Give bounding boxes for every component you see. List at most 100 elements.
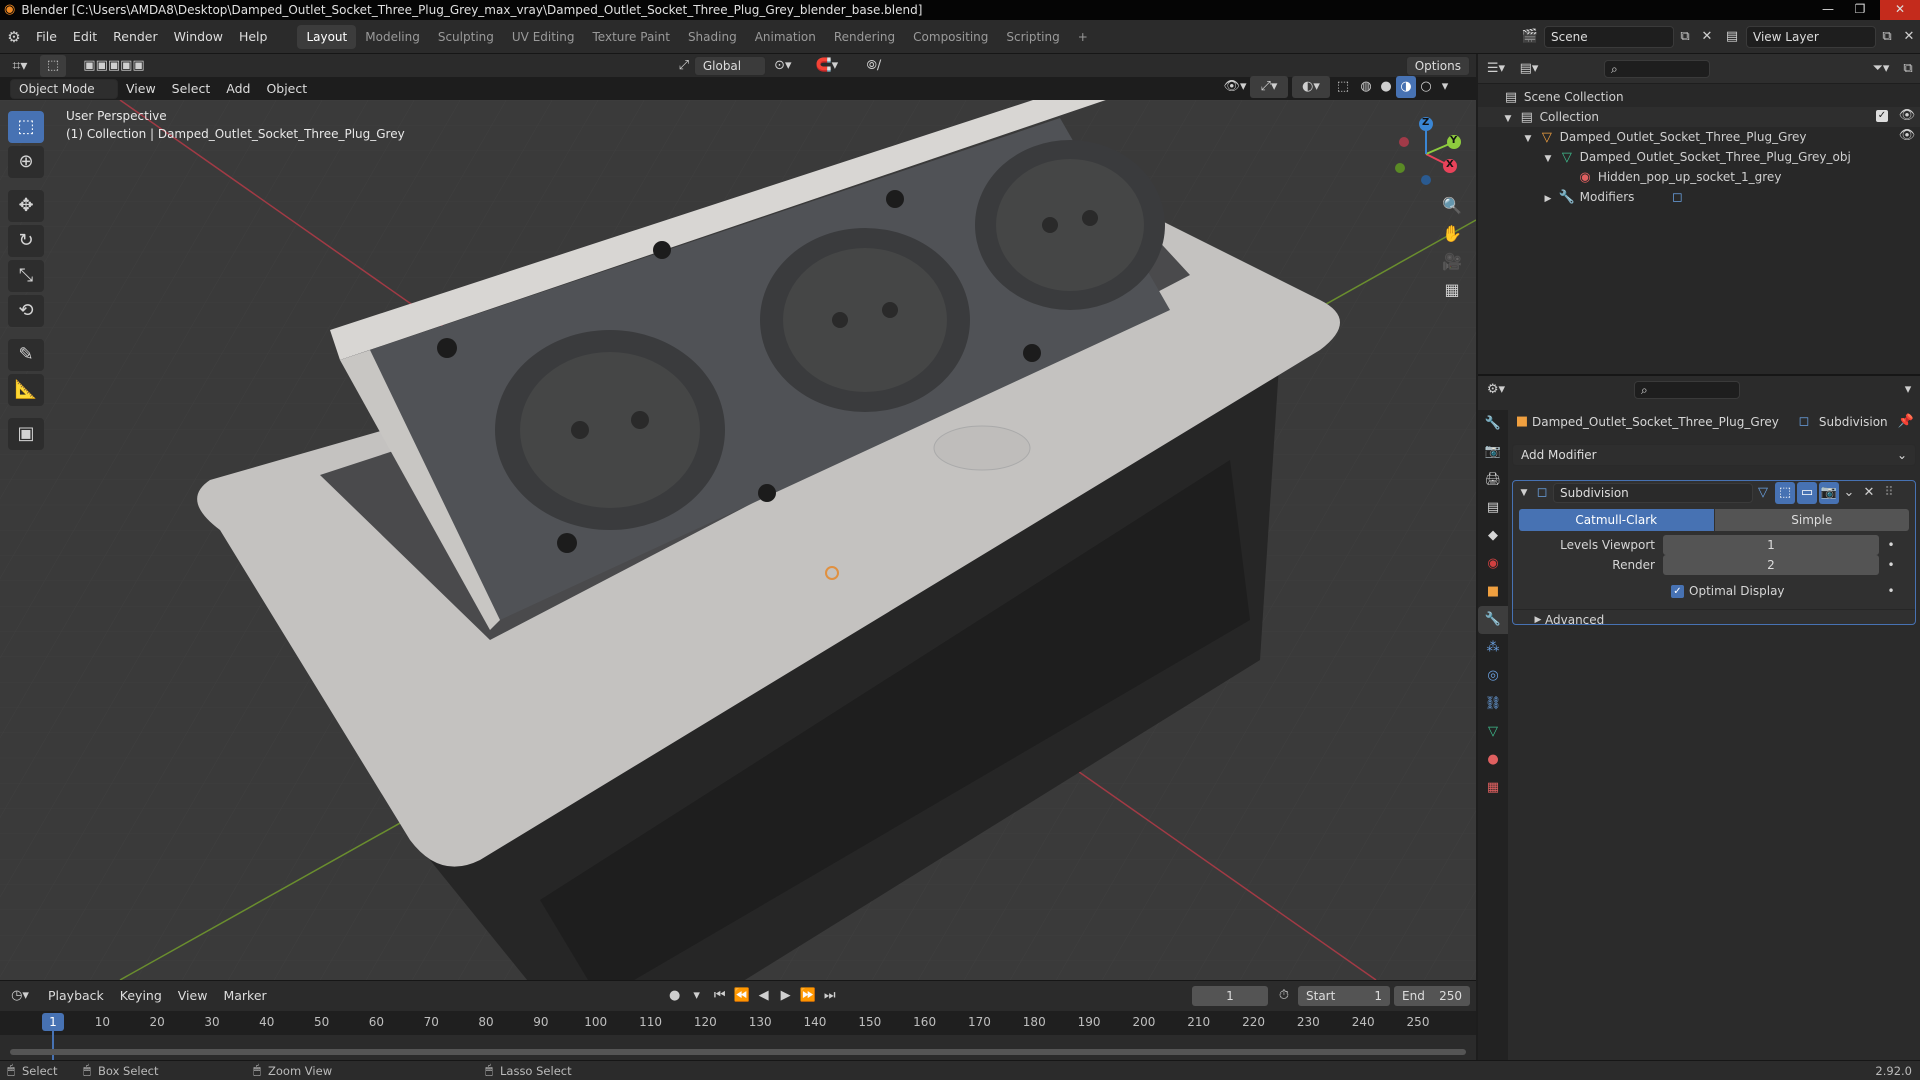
start-frame-field[interactable]: Start 1 [1298, 986, 1390, 1006]
viewport-menu-view[interactable]: View [118, 77, 164, 101]
tab-animation[interactable]: Animation [746, 25, 825, 49]
expand-arrow-icon[interactable]: ▼ [1502, 109, 1514, 129]
solid-shading-icon[interactable]: ● [1376, 76, 1396, 98]
timeline-editor-icon[interactable]: ◷▾ [0, 985, 40, 1007]
gizmo-toggle-icon[interactable]: ⤢▾ [1250, 76, 1288, 98]
keyframe-dot-icon[interactable]: • [1879, 538, 1903, 552]
overlay-toggle-icon[interactable]: ◐▾ [1292, 76, 1330, 98]
advanced-subpanel[interactable]: ▶ Advanced [1513, 609, 1915, 629]
catmull-clark-button[interactable]: Catmull-Clark [1519, 509, 1714, 531]
current-frame-field[interactable]: 1 [1192, 986, 1268, 1006]
tab-compositing[interactable]: Compositing [904, 25, 997, 49]
navigation-gizmo[interactable]: X Y Z [1384, 112, 1468, 196]
collection-checkbox[interactable]: ✓ [1876, 110, 1888, 122]
preview-range-icon[interactable]: ⏱ [1274, 985, 1294, 1007]
outliner-collection[interactable]: ▼ ▤ Collection ✓ 👁 [1478, 107, 1920, 127]
scale-tool[interactable]: ⤡ [8, 260, 44, 292]
collection-visibility-icon[interactable]: 👁 [1898, 106, 1916, 126]
maximize-button[interactable]: ❐ [1846, 0, 1874, 20]
expand-arrow-icon[interactable]: ▼ [1542, 149, 1554, 169]
menu-edit[interactable]: Edit [65, 20, 105, 54]
modifier-tab-icon[interactable]: 🔧 [1478, 606, 1508, 634]
tab-sculpting[interactable]: Sculpting [429, 25, 503, 49]
viewport-menu-select[interactable]: Select [164, 77, 219, 101]
next-keyframe-icon[interactable]: ⏩ [797, 985, 819, 1007]
render-levels-field[interactable]: 2 [1663, 555, 1879, 575]
delete-view-layer-icon[interactable]: ✕ [1898, 26, 1920, 48]
outliner-object[interactable]: ▼ ▽ Damped_Outlet_Socket_Three_Plug_Grey… [1478, 127, 1920, 147]
timeline-menu-marker[interactable]: Marker [215, 981, 274, 1011]
play-icon[interactable]: ▶ [775, 985, 797, 1007]
collapse-arrow-icon[interactable]: ▼ [1517, 482, 1531, 504]
render-toggle-icon[interactable]: 📷 [1819, 482, 1839, 504]
scene-field[interactable]: Scene [1544, 25, 1674, 48]
texture-tab-icon[interactable]: ▦ [1478, 774, 1508, 802]
menu-help[interactable]: Help [231, 20, 276, 54]
object-visibility-icon[interactable]: 👁 [1898, 126, 1916, 146]
record-icon[interactable]: ● [665, 985, 685, 1007]
close-button[interactable]: ✕ [1880, 0, 1920, 20]
modifier-name-field[interactable]: Subdivision [1553, 483, 1753, 503]
select-box-tool[interactable]: ⬚ [8, 111, 44, 143]
outliner-material[interactable]: ◉ Hidden_pop_up_socket_1_grey [1478, 167, 1920, 187]
drag-handle-icon[interactable]: ⠿ [1879, 482, 1899, 504]
rendered-shading-icon[interactable]: ○ [1416, 76, 1436, 98]
pin-icon[interactable]: 📌 [1896, 412, 1916, 432]
modifier-menu-icon[interactable]: ⌄ [1839, 482, 1859, 504]
transform-tool[interactable]: ⟲ [8, 295, 44, 327]
rotate-tool[interactable]: ↻ [8, 225, 44, 257]
delete-scene-icon[interactable]: ✕ [1696, 26, 1718, 48]
material-shading-icon[interactable]: ◑ [1396, 76, 1416, 98]
editor-type-icon[interactable]: ⌗▾ [0, 55, 40, 77]
pivot-icon[interactable]: ⊙▾ [766, 55, 800, 77]
orientation-dropdown[interactable]: Global [693, 55, 766, 76]
camera-view-icon[interactable]: 🎥 [1437, 248, 1467, 276]
physics-tab-icon[interactable]: ◎ [1478, 662, 1508, 690]
timeline-menu-playback[interactable]: Playback [40, 981, 112, 1011]
prev-keyframe-icon[interactable]: ⏪ [731, 985, 753, 1007]
tab-modeling[interactable]: Modeling [356, 25, 429, 49]
filter-icon[interactable]: ⏷▾ [1866, 58, 1896, 80]
timeline-menu-keying[interactable]: Keying [112, 981, 170, 1011]
world-tab-icon[interactable]: ◉ [1478, 550, 1508, 578]
viewport-menu-add[interactable]: Add [218, 77, 258, 101]
render-tab-icon[interactable]: 📷 [1478, 438, 1508, 466]
properties-search[interactable]: ⌕ [1634, 381, 1740, 399]
options-button[interactable]: Options [1405, 55, 1470, 76]
timeline-ruler[interactable]: 1 10 20 30 40 50 60 70 80 90 100 110 120 130 140 150 16… [0, 1011, 1476, 1061]
xray-icon[interactable]: ⬚ [1330, 76, 1356, 98]
keyframe-dot-icon[interactable]: • [1879, 558, 1903, 572]
orientation-icon[interactable]: ⤢ [674, 55, 694, 77]
expand-arrow-icon[interactable]: ▼ [1522, 129, 1534, 149]
end-frame-field[interactable]: End 250 [1394, 986, 1470, 1006]
object-tab-icon[interactable]: ■ [1478, 578, 1508, 606]
remove-modifier-icon[interactable]: ✕ [1859, 482, 1879, 504]
new-collection-icon[interactable]: ⧉ [1896, 58, 1920, 80]
view-layer-field[interactable]: View Layer [1746, 25, 1876, 48]
optimal-display-checkbox[interactable]: ✓ [1671, 584, 1684, 598]
outliner-editor-icon[interactable]: ☰▾ [1478, 58, 1514, 80]
output-tab-icon[interactable]: 🖨 [1478, 466, 1508, 494]
view-layer-tab-icon[interactable]: ▤ [1478, 494, 1508, 522]
scene-tab-icon[interactable]: ◆ [1478, 522, 1508, 550]
minimize-button[interactable]: — [1814, 0, 1842, 20]
wireframe-shading-icon[interactable]: ◍ [1356, 76, 1376, 98]
tool-tab-icon[interactable]: 🔧 [1478, 410, 1508, 438]
outliner-search[interactable]: ⌕ [1604, 59, 1710, 78]
viewport-toggle-icon[interactable]: ▭ [1797, 482, 1817, 504]
shading-options-icon[interactable]: ▾ [1436, 76, 1454, 98]
menu-window[interactable]: Window [166, 20, 231, 54]
mode-dropdown[interactable]: Object Mode [10, 79, 118, 99]
play-reverse-icon[interactable]: ◀ [753, 985, 775, 1007]
outliner-scene-collection[interactable]: ▤ Scene Collection [1478, 87, 1920, 107]
select-mode-icons[interactable]: ▣▣▣▣▣ [66, 55, 162, 77]
properties-editor-icon[interactable]: ⚙▾ [1478, 379, 1514, 401]
material-tab-icon[interactable]: ● [1478, 746, 1508, 774]
blender-menu-icon[interactable]: ⚙ [0, 26, 28, 48]
3d-viewport[interactable] [0, 100, 1476, 980]
particles-tab-icon[interactable]: ⁂ [1478, 634, 1508, 662]
proportional-edit-icon[interactable]: ⦾∕ [854, 55, 894, 77]
add-modifier-dropdown[interactable]: Add Modifier ⌄ [1512, 444, 1916, 466]
measure-tool[interactable]: 📐 [8, 374, 44, 406]
collapse-arrow-icon[interactable]: ▶ [1542, 189, 1554, 209]
